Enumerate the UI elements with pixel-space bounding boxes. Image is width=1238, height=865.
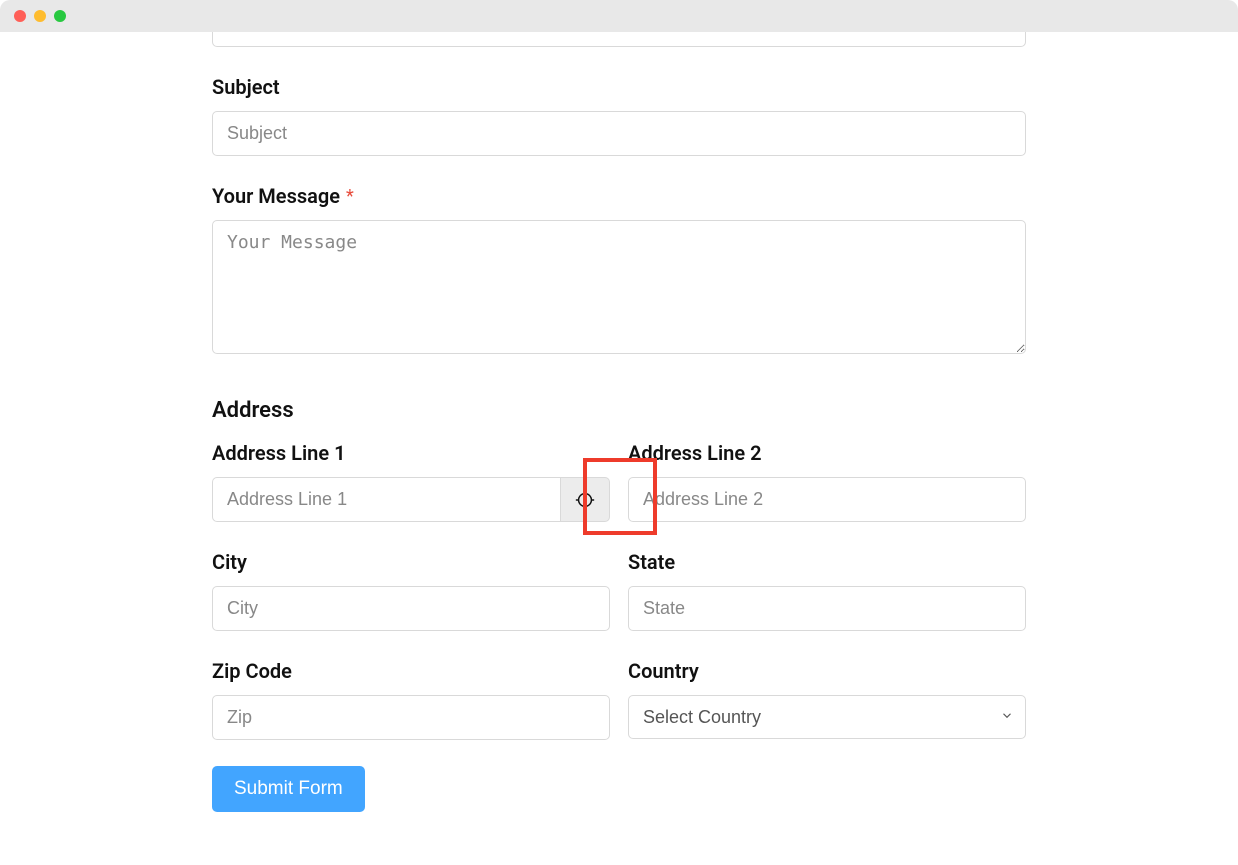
city-input[interactable] <box>212 586 610 631</box>
subject-label: Subject <box>212 75 1026 99</box>
message-label-text: Your Message <box>212 184 340 208</box>
window-titlebar <box>0 0 1238 32</box>
zip-label: Zip Code <box>212 659 610 683</box>
message-label: Your Message * <box>212 184 1026 208</box>
window-maximize-icon[interactable] <box>54 10 66 22</box>
content-area: Subject Your Message * Address Address L… <box>0 32 1238 865</box>
address-section-heading: Address <box>212 398 1026 423</box>
required-mark: * <box>346 186 354 207</box>
addr1-label: Address Line 1 <box>212 441 610 465</box>
addr2-label: Address Line 2 <box>628 441 1026 465</box>
subject-label-text: Subject <box>212 75 280 99</box>
previous-field-input[interactable] <box>212 32 1026 47</box>
window-minimize-icon[interactable] <box>34 10 46 22</box>
country-select[interactable]: Select Country <box>628 695 1026 739</box>
zip-input[interactable] <box>212 695 610 740</box>
country-label: Country <box>628 659 1026 683</box>
geolocate-button[interactable] <box>560 477 610 522</box>
app-window: Subject Your Message * Address Address L… <box>0 0 1238 865</box>
state-input[interactable] <box>628 586 1026 631</box>
window-close-icon[interactable] <box>14 10 26 22</box>
address-line-1-input[interactable] <box>212 477 560 522</box>
crosshair-icon <box>574 489 596 511</box>
message-textarea[interactable] <box>212 220 1026 354</box>
address-line-2-input[interactable] <box>628 477 1026 522</box>
city-label: City <box>212 550 610 574</box>
submit-button[interactable]: Submit Form <box>212 766 365 812</box>
addr1-input-group <box>212 477 610 522</box>
state-label: State <box>628 550 1026 574</box>
subject-input[interactable] <box>212 111 1026 156</box>
